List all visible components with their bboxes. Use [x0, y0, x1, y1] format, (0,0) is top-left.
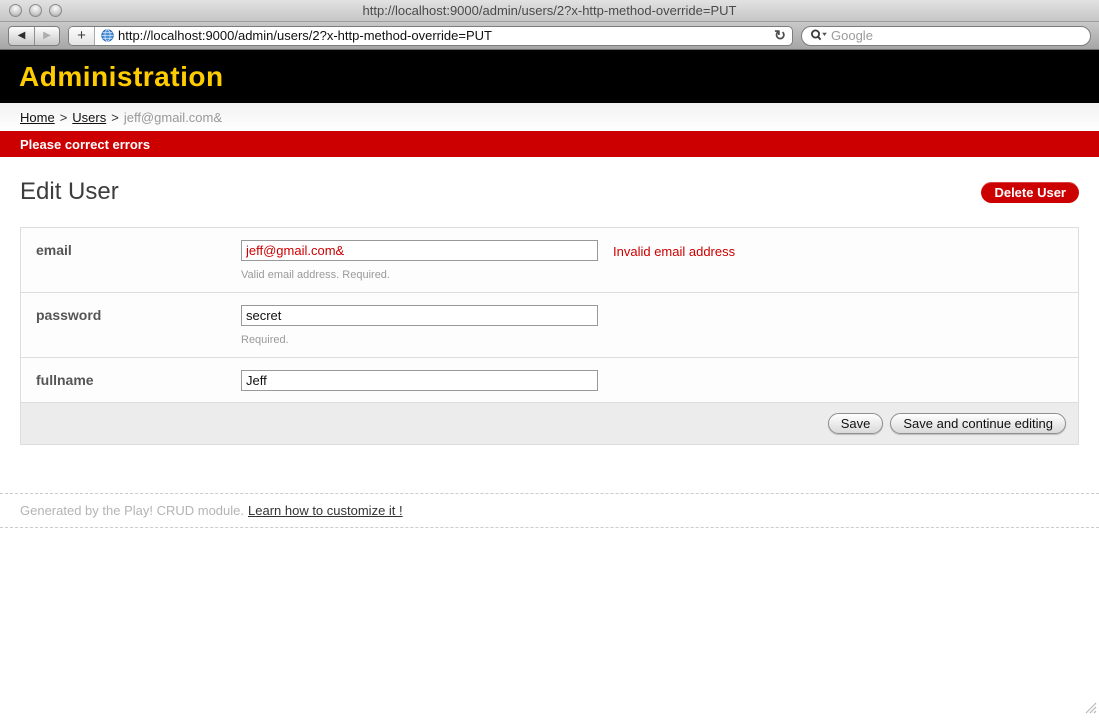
- password-field-hint: Required.: [241, 334, 598, 346]
- browser-toolbar: ◀ ▶ + ↻: [0, 22, 1099, 50]
- fullname-field-label: fullname: [36, 370, 241, 388]
- address-bar: + ↻: [68, 26, 793, 46]
- email-field-main: Valid email address. Required.: [241, 240, 598, 281]
- form-buttons-row: Save Save and continue editing: [21, 403, 1078, 444]
- breadcrumb-current-item: jeff@gmail.com&: [124, 110, 222, 125]
- password-field-label: password: [36, 305, 241, 323]
- breadcrumb-separator: >: [60, 110, 68, 125]
- page-header: Edit User Delete User: [20, 178, 1079, 206]
- search-input[interactable]: [831, 28, 1082, 43]
- page-title: Edit User: [20, 178, 119, 206]
- app-header: Administration: [0, 50, 1099, 103]
- breadcrumb: Home > Users > jeff@gmail.com&: [0, 103, 1099, 131]
- email-field[interactable]: [241, 240, 598, 261]
- fullname-field[interactable]: [241, 370, 598, 391]
- error-banner-message: Please correct errors: [20, 137, 150, 152]
- password-field[interactable]: [241, 305, 598, 326]
- breadcrumb-users-link[interactable]: Users: [72, 110, 106, 125]
- breadcrumb-separator: >: [111, 110, 119, 125]
- breadcrumb-home-link[interactable]: Home: [20, 110, 55, 125]
- fullname-field-main: [241, 370, 598, 391]
- window-titlebar: http://localhost:9000/admin/users/2?x-ht…: [0, 0, 1099, 22]
- email-field-error: Invalid email address: [613, 244, 735, 259]
- error-banner: Please correct errors: [0, 131, 1099, 157]
- field-row-fullname: fullname: [21, 358, 1078, 403]
- field-row-email: email Valid email address. Required. Inv…: [21, 228, 1078, 293]
- window-title: http://localhost:9000/admin/users/2?x-ht…: [0, 3, 1099, 18]
- add-bookmark-icon[interactable]: +: [69, 27, 95, 45]
- nav-buttons: ◀ ▶: [8, 26, 60, 46]
- save-and-continue-button[interactable]: Save and continue editing: [890, 413, 1066, 434]
- page-footer: Generated by the Play! CRUD module. Learn…: [0, 493, 1099, 528]
- globe-icon: [101, 29, 114, 42]
- browser-window: http://localhost:9000/admin/users/2?x-ht…: [0, 0, 1099, 721]
- footer-text: Generated by the Play! CRUD module.: [20, 503, 244, 518]
- edit-user-form: email Valid email address. Required. Inv…: [20, 227, 1079, 445]
- back-icon[interactable]: ◀: [9, 27, 34, 45]
- delete-user-button[interactable]: Delete User: [981, 182, 1079, 203]
- forward-icon[interactable]: ▶: [34, 27, 59, 45]
- url-input[interactable]: [118, 27, 768, 45]
- search-icon: [810, 29, 828, 42]
- search-field: [801, 26, 1091, 46]
- email-field-label: email: [36, 240, 241, 258]
- field-row-password: password Required.: [21, 293, 1078, 358]
- resize-grip-icon[interactable]: [1083, 700, 1097, 719]
- main-content: Edit User Delete User email Valid email …: [0, 157, 1099, 445]
- email-field-hint: Valid email address. Required.: [241, 269, 598, 281]
- app-title: Administration: [19, 61, 224, 93]
- footer-customize-link[interactable]: Learn how to customize it !: [248, 503, 403, 518]
- password-field-main: Required.: [241, 305, 598, 346]
- save-button[interactable]: Save: [828, 413, 884, 434]
- refresh-icon[interactable]: ↻: [768, 27, 792, 45]
